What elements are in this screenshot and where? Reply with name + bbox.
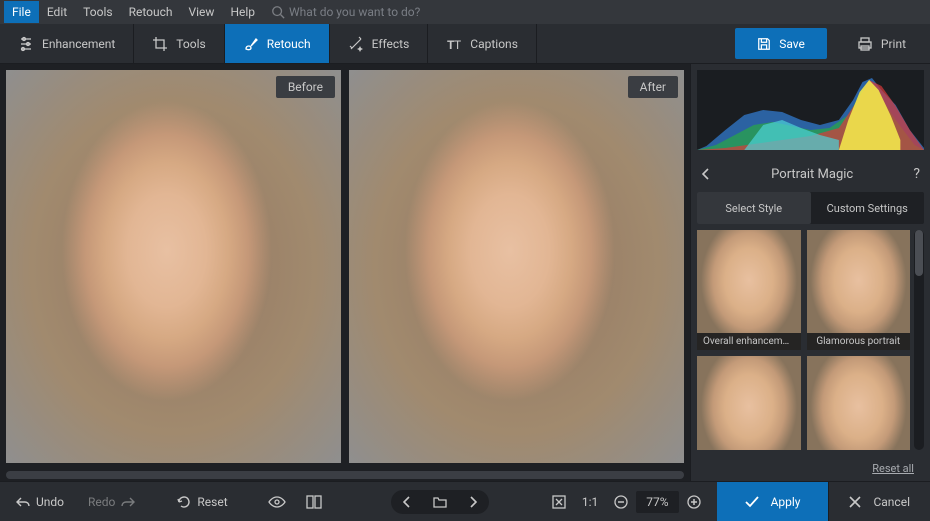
zoom-out-button[interactable] [606,489,636,515]
compare-icon [306,495,322,509]
prev-image-button[interactable] [393,492,421,512]
menu-file[interactable]: File [4,1,39,23]
print-icon [857,36,873,52]
sparkle-icon [348,36,364,52]
apply-label: Apply [771,495,801,509]
before-label: Before [276,76,335,98]
main: Before After Portrait Magic ? Select [0,64,930,481]
redo-icon [121,496,135,508]
crop-icon [152,36,168,52]
reset-icon [177,495,191,509]
menu-view[interactable]: View [180,1,222,23]
portrait-image [6,70,341,463]
cancel-button[interactable]: Cancel [828,482,930,521]
tab-select-style[interactable]: Select Style [697,192,811,224]
zoom-ratio-button[interactable]: 1:1 [574,489,606,515]
cancel-label: Cancel [873,495,910,509]
panel-header: Portrait Magic ? [691,156,930,192]
style-glamorous-portrait[interactable]: Glamorous portrait [807,230,911,350]
before-pane[interactable]: Before [6,70,341,463]
image-nav [391,490,489,514]
histogram[interactable] [697,70,924,150]
preview-button[interactable] [260,490,294,514]
search-icon [271,5,285,19]
fit-icon [552,495,566,509]
side-panel: Portrait Magic ? Select Style Custom Set… [690,64,930,481]
undo-button[interactable]: Undo [6,489,74,515]
sliders-icon [18,36,34,52]
tab-custom-settings[interactable]: Custom Settings [811,192,925,224]
tab-retouch[interactable]: Retouch [225,24,330,63]
menu-retouch[interactable]: Retouch [121,1,181,23]
style-thumb [697,356,801,450]
panel-tabs: Select Style Custom Settings [697,192,924,224]
toolbar: Enhancement Tools Retouch Effects TT Cap… [0,24,930,64]
styles-grid: Overall enhancement Glamorous portrait S… [697,230,910,450]
style-slight-enhancement[interactable]: Slight enhancement [697,356,801,450]
canvas-area: Before After [0,64,690,481]
style-thumb [807,230,911,350]
save-label: Save [779,37,805,51]
text-icon: TT [446,36,462,52]
brush-icon [243,36,259,52]
tab-tools[interactable]: Tools [134,24,224,63]
styles-area: Overall enhancement Glamorous portrait S… [691,224,930,456]
portrait-image [349,70,684,463]
style-thumb [807,356,911,450]
zoom-value[interactable]: 77% [636,491,678,513]
search-wrap [271,5,489,19]
menu-help[interactable]: Help [222,1,263,23]
eye-icon [268,496,286,508]
svg-text:T: T [454,38,461,52]
redo-label: Redo [88,495,115,509]
next-image-button[interactable] [459,492,487,512]
tab-label: Captions [470,37,518,51]
check-icon [745,496,759,508]
print-label: Print [881,37,906,51]
menu-tools[interactable]: Tools [75,1,120,23]
tab-effects[interactable]: Effects [330,24,429,63]
back-icon[interactable] [701,167,711,181]
tab-label: Effects [372,37,410,51]
style-light-tan[interactable]: Light tan [807,356,911,450]
after-label: After [628,76,678,98]
menu-edit[interactable]: Edit [39,1,75,23]
bottombar: Undo Redo Reset 1:1 77% Apply Cancel [0,481,930,521]
undo-icon [16,496,30,508]
style-label: Glamorous portrait [807,333,911,350]
tab-enhancement[interactable]: Enhancement [0,24,134,63]
print-button[interactable]: Print [839,28,924,59]
apply-button[interactable]: Apply [717,482,829,521]
after-pane[interactable]: After [349,70,684,463]
minus-icon [614,495,628,509]
reset-button[interactable]: Reset [167,489,237,515]
styles-scrollbar[interactable] [914,230,924,450]
fit-screen-button[interactable] [544,489,574,515]
save-button[interactable]: Save [735,28,827,59]
panel-title: Portrait Magic [711,167,913,182]
search-input[interactable] [289,5,489,19]
tab-captions[interactable]: TT Captions [428,24,537,63]
save-icon [757,37,771,51]
plus-icon [687,495,701,509]
style-thumb [697,230,801,350]
help-icon[interactable]: ? [913,166,920,182]
redo-button[interactable]: Redo [78,489,145,515]
style-overall-enhancement[interactable]: Overall enhancement [697,230,801,350]
browse-folder-button[interactable] [423,492,457,512]
close-icon [849,496,861,508]
undo-label: Undo [36,495,64,509]
tab-label: Retouch [267,37,311,51]
reset-all-link[interactable]: Reset all [691,456,930,481]
tab-label: Enhancement [42,37,115,51]
compare-button[interactable] [298,489,330,515]
style-label: Overall enhancement [697,333,801,350]
reset-label: Reset [197,495,227,509]
horizontal-scrollbar[interactable] [0,469,690,481]
image-compare: Before After [0,64,690,469]
tab-label: Tools [176,37,205,51]
zoom-in-button[interactable] [679,489,709,515]
menubar: File Edit Tools Retouch View Help [0,0,930,24]
